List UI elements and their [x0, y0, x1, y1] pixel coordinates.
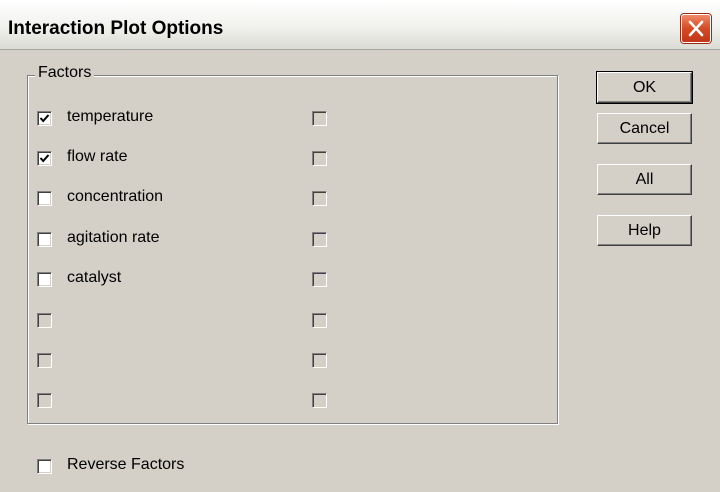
- window-title: Interaction Plot Options: [8, 18, 224, 39]
- factor-checkbox-right-3: [312, 191, 327, 206]
- reverse-factors-checkbox[interactable]: [37, 459, 52, 474]
- interaction-plot-options-dialog: Interaction Plot Options Factors tempera…: [0, 0, 720, 492]
- factor-checkbox-left-8: [37, 393, 52, 408]
- ok-button[interactable]: OK: [596, 71, 693, 104]
- check-mark-icon: [39, 114, 50, 123]
- factor-checkbox-left-1[interactable]: [37, 111, 52, 126]
- factor-checkbox-left-4[interactable]: [37, 232, 52, 247]
- factors-groupbox: [27, 75, 558, 424]
- close-button[interactable]: [681, 14, 711, 43]
- factor-checkbox-left-6: [37, 313, 52, 328]
- factor-checkbox-right-5: [312, 272, 327, 287]
- factor-label-left-5: catalyst: [67, 269, 122, 286]
- all-button[interactable]: All: [597, 164, 692, 195]
- factor-label-left-1: temperature: [67, 108, 154, 125]
- help-button[interactable]: Help: [597, 215, 692, 246]
- close-icon: [688, 20, 704, 37]
- factor-checkbox-right-7: [312, 353, 327, 368]
- check-mark-icon: [39, 154, 50, 163]
- factor-checkbox-right-2: [312, 151, 327, 166]
- factor-label-left-4: agitation rate: [67, 229, 160, 246]
- factor-checkbox-right-6: [312, 313, 327, 328]
- factor-checkbox-left-3[interactable]: [37, 191, 52, 206]
- factor-label-left-3: concentration: [67, 188, 164, 205]
- factor-checkbox-left-7: [37, 353, 52, 368]
- title-bar[interactable]: Interaction Plot Options: [0, 0, 720, 50]
- reverse-factors-label: Reverse Factors: [67, 456, 185, 473]
- factor-label-left-2: flow rate: [67, 148, 128, 165]
- factor-checkbox-right-8: [312, 393, 327, 408]
- factor-checkbox-left-5[interactable]: [37, 272, 52, 287]
- factors-group-label: Factors: [35, 64, 95, 82]
- cancel-button[interactable]: Cancel: [597, 113, 692, 144]
- factor-checkbox-right-4: [312, 232, 327, 247]
- factor-checkbox-left-2[interactable]: [37, 151, 52, 166]
- factor-checkbox-right-1: [312, 111, 327, 126]
